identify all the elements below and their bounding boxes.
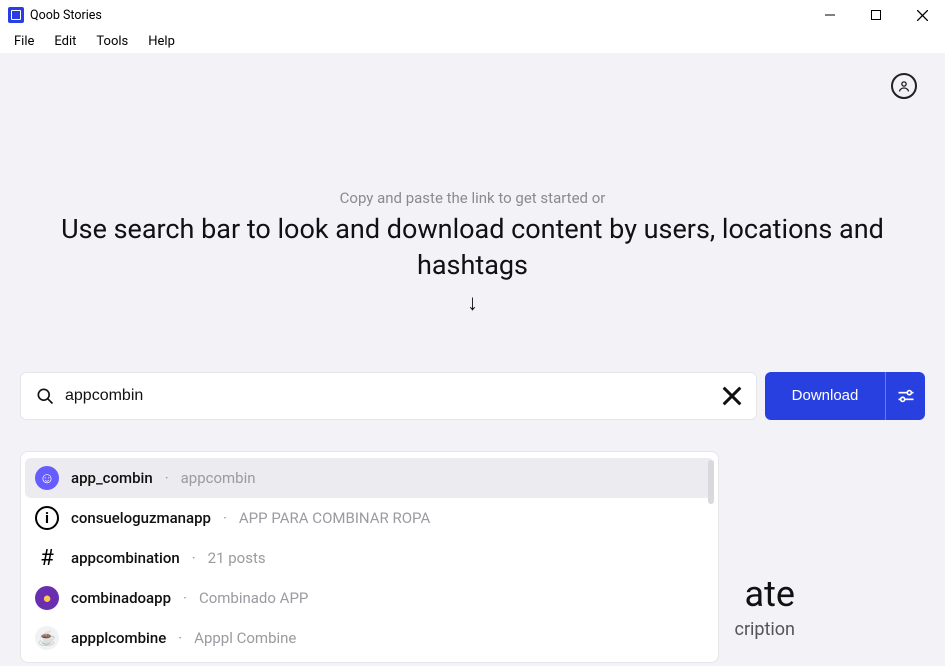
- background-obscured-text: ate cription: [735, 573, 795, 640]
- search-icon: [35, 386, 55, 406]
- x-icon: [722, 386, 742, 406]
- download-button[interactable]: Download: [765, 372, 925, 420]
- suggestion-name: combinadoapp: [71, 589, 171, 607]
- titlebar: Qoob Stories: [0, 0, 945, 30]
- suggestion-avatar-icon: ☺: [35, 466, 59, 490]
- sliders-icon: [896, 386, 916, 406]
- download-label: Download: [765, 387, 885, 404]
- hero: Copy and paste the link to get started o…: [0, 189, 945, 316]
- window-controls: [807, 0, 945, 30]
- suggestion-avatar-icon: ☕: [35, 626, 59, 650]
- suggestion-item[interactable]: ☺app_combin · appcombin: [25, 458, 714, 498]
- titlebar-left: Qoob Stories: [8, 7, 102, 23]
- content-area: Copy and paste the link to get started o…: [0, 53, 945, 666]
- search-suggestions-dropdown: ☺app_combin · appcombiniconsueloguzmanap…: [20, 451, 719, 663]
- menu-tools[interactable]: Tools: [86, 32, 138, 51]
- suggestion-name: appcombination: [71, 549, 180, 567]
- suggestion-meta: Apppl Combine: [194, 629, 296, 647]
- window-title: Qoob Stories: [30, 8, 102, 23]
- suggestion-avatar-icon: ●: [35, 586, 59, 610]
- suggestion-avatar-icon: i: [35, 506, 59, 530]
- suggestion-item[interactable]: #appcombination · 21 posts: [25, 538, 714, 578]
- clear-search-button[interactable]: [722, 386, 742, 406]
- menubar: File Edit Tools Help: [0, 30, 945, 53]
- suggestion-meta: APP PARA COMBINAR ROPA: [239, 509, 430, 527]
- suggestion-item[interactable]: ●combinadoapp · Combinado APP: [25, 578, 714, 618]
- minimize-icon: [825, 10, 835, 20]
- dropdown-scrollbar[interactable]: [708, 460, 714, 504]
- search-input[interactable]: [65, 387, 712, 405]
- suggestion-name: app_combin: [71, 469, 153, 487]
- suggestion-item[interactable]: iconsueloguzmanapp · APP PARA COMBINAR R…: [25, 498, 714, 538]
- suggestion-meta: Combinado APP: [199, 589, 308, 607]
- search-field-wrap: [20, 372, 757, 420]
- suggestion-meta: appcombin: [181, 469, 256, 487]
- close-icon: [917, 10, 928, 21]
- search-row: Download: [20, 372, 925, 420]
- hero-subtext: Copy and paste the link to get started o…: [40, 189, 905, 207]
- suggestion-name: appplcombine: [71, 629, 166, 647]
- close-button[interactable]: [899, 0, 945, 30]
- app-icon: [8, 7, 24, 23]
- suggestion-item[interactable]: ☕appplcombine · Apppl Combine: [25, 618, 714, 658]
- maximize-icon: [871, 10, 881, 20]
- person-icon: [896, 78, 912, 94]
- menu-file[interactable]: File: [4, 32, 44, 51]
- menu-help[interactable]: Help: [138, 32, 185, 51]
- hashtag-icon: #: [35, 546, 59, 570]
- hero-headline: Use search bar to look and download cont…: [40, 211, 905, 284]
- minimize-button[interactable]: [807, 0, 853, 30]
- maximize-button[interactable]: [853, 0, 899, 30]
- suggestion-meta: 21 posts: [208, 549, 266, 567]
- account-button[interactable]: [891, 73, 917, 99]
- download-options-button[interactable]: [885, 372, 925, 420]
- menu-edit[interactable]: Edit: [44, 32, 86, 51]
- suggestion-name: consueloguzmanapp: [71, 509, 211, 527]
- down-arrow-icon: ↓: [40, 290, 905, 316]
